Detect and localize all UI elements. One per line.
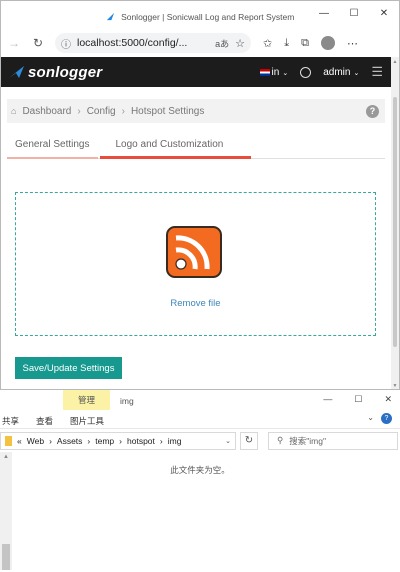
breadcrumb-separator: › bbox=[121, 105, 125, 117]
path-temp[interactable]: temp bbox=[95, 436, 114, 446]
collections-icon[interactable]: ⧉ bbox=[301, 37, 309, 50]
brand-name: sonlogger bbox=[28, 63, 103, 81]
search-placeholder: 搜索"img" bbox=[289, 435, 326, 446]
breadcrumb-dashboard[interactable]: Dashboard bbox=[22, 106, 71, 117]
profile-avatar[interactable] bbox=[320, 36, 335, 50]
chevron-down-icon[interactable]: ⌄ bbox=[367, 413, 374, 422]
help-icon[interactable]: ? bbox=[381, 413, 392, 424]
tab-share[interactable]: 共享 bbox=[2, 415, 19, 427]
path-web[interactable]: Web bbox=[27, 436, 44, 446]
brand-logo[interactable]: sonlogger bbox=[1, 64, 102, 81]
scrollbar-thumb[interactable] bbox=[2, 544, 10, 570]
explorer-search-input[interactable]: ⚲ 搜索"img" bbox=[268, 431, 398, 450]
language-selector[interactable]: in ⌄ bbox=[259, 66, 289, 78]
path-separator: › bbox=[49, 435, 52, 446]
back-icon[interactable]: → bbox=[7, 36, 21, 50]
address-bar[interactable]: ⓘ localhost:5000/config/... aあ ☆ bbox=[55, 33, 251, 53]
favorite-icon[interactable]: ☆ bbox=[235, 37, 245, 50]
tab-logo-customization[interactable]: Logo and Customization bbox=[99, 131, 252, 159]
browser-window: Sonlogger | Sonicwall Log and Report Sys… bbox=[0, 0, 400, 390]
clock-icon[interactable] bbox=[300, 66, 312, 78]
user-name: admin bbox=[323, 66, 351, 78]
path-hotspot[interactable]: hotspot bbox=[127, 436, 155, 446]
path-overflow[interactable]: « bbox=[17, 436, 22, 446]
settings-tabs: General Settings Logo and Customization bbox=[7, 131, 385, 159]
breadcrumb: ⌂ Dashboard › Config › Hotspot Settings … bbox=[7, 99, 385, 123]
menu-icon[interactable]: ☰ bbox=[371, 64, 383, 80]
chevron-down-icon: ⌄ bbox=[353, 69, 360, 77]
rss-feed-icon bbox=[166, 226, 222, 278]
breadcrumb-config[interactable]: Config bbox=[87, 106, 116, 117]
folder-icon bbox=[5, 435, 12, 446]
maximize-icon[interactable]: ☐ bbox=[354, 394, 362, 405]
explorer-window-controls: — ☐ ✕ bbox=[323, 394, 392, 405]
chevron-down-icon: ⌄ bbox=[282, 69, 289, 77]
search-icon: ⚲ bbox=[277, 435, 284, 445]
remove-file-link[interactable]: Remove file bbox=[16, 298, 375, 309]
logo-dropzone[interactable]: Remove file bbox=[15, 192, 376, 336]
file-explorer-window: 管理 img — ☐ ✕ 共享 查看 图片工具 ⌄ ? « Web › Asse… bbox=[0, 390, 400, 572]
user-menu[interactable]: admin ⌄ bbox=[323, 67, 359, 78]
breadcrumb-separator: › bbox=[77, 105, 81, 117]
explorer-content: ▲ 此文件夹为空。 bbox=[0, 452, 400, 570]
window-title-text: Sonlogger | Sonicwall Log and Report Sys… bbox=[121, 12, 295, 22]
scroll-up-icon[interactable]: ▲ bbox=[391, 59, 399, 65]
maximize-icon[interactable]: ☐ bbox=[339, 1, 369, 25]
minimize-icon[interactable]: — bbox=[323, 394, 332, 405]
empty-folder-message: 此文件夹为空。 bbox=[170, 465, 230, 475]
scroll-down-icon[interactable]: ▼ bbox=[391, 383, 399, 389]
title-bar: Sonlogger | Sonicwall Log and Report Sys… bbox=[1, 1, 399, 31]
breadcrumb-hotspot-settings: Hotspot Settings bbox=[130, 105, 205, 117]
scroll-up-icon[interactable]: ▲ bbox=[0, 454, 12, 460]
path-assets[interactable]: Assets bbox=[57, 436, 83, 446]
reload-icon[interactable]: ↻ bbox=[31, 36, 45, 50]
explorer-title-bar: 管理 img — ☐ ✕ bbox=[0, 390, 400, 410]
home-icon: ⌂ bbox=[11, 106, 17, 116]
info-icon[interactable]: ⓘ bbox=[61, 36, 71, 51]
path-img[interactable]: img bbox=[168, 436, 182, 446]
refresh-icon[interactable]: ↻ bbox=[240, 431, 258, 450]
tab-manage[interactable]: 管理 bbox=[63, 390, 110, 410]
tab-view[interactable]: 查看 bbox=[36, 415, 53, 427]
save-update-settings-button[interactable]: Save/Update Settings bbox=[15, 357, 122, 379]
minimize-icon[interactable]: — bbox=[309, 1, 339, 25]
path-separator: › bbox=[119, 435, 123, 446]
explorer-address-row: « Web › Assets › temp › hotspot › img ⌄ … bbox=[0, 428, 400, 452]
page-scrollbar[interactable]: ▲ ▼ bbox=[391, 57, 399, 389]
chevron-down-icon[interactable]: ⌄ bbox=[225, 437, 231, 445]
path-separator: › bbox=[87, 435, 91, 446]
header-right: in ⌄ admin ⌄ ☰ bbox=[259, 64, 393, 80]
favorites-bar-icon[interactable]: ✩ bbox=[263, 37, 272, 50]
close-icon[interactable]: ✕ bbox=[369, 1, 399, 25]
tab-general-settings[interactable]: General Settings bbox=[7, 131, 98, 159]
more-icon[interactable]: ⋯ bbox=[347, 37, 358, 50]
window-controls: — ☐ ✕ bbox=[309, 1, 399, 25]
app-header: sonlogger in ⌄ admin ⌄ ☰ bbox=[1, 57, 393, 87]
brand-mark-icon bbox=[9, 66, 24, 78]
app-logo-icon bbox=[106, 12, 114, 21]
uk-flag-icon bbox=[259, 68, 270, 76]
browser-toolbar: → ↻ ⓘ localhost:5000/config/... aあ ☆ ✩ ⤓… bbox=[1, 31, 399, 55]
help-icon[interactable]: ? bbox=[366, 104, 379, 118]
explorer-ribbon: 共享 查看 图片工具 ⌄ ? bbox=[0, 410, 400, 428]
address-url[interactable]: localhost:5000/config/... bbox=[77, 37, 209, 49]
tab-picture-tools[interactable]: 图片工具 bbox=[70, 415, 104, 427]
read-aloud-icon[interactable]: aあ bbox=[215, 37, 229, 50]
language-label: in bbox=[271, 66, 280, 78]
browser-extension-icons: ✩ ⤓ ⧉ ⋯ bbox=[263, 36, 358, 50]
downloads-icon[interactable]: ⤓ bbox=[284, 37, 289, 50]
path-separator: › bbox=[159, 435, 163, 446]
explorer-path-bar[interactable]: « Web › Assets › temp › hotspot › img ⌄ bbox=[0, 431, 236, 450]
scrollbar-thumb[interactable] bbox=[393, 97, 397, 347]
close-icon[interactable]: ✕ bbox=[384, 394, 392, 405]
explorer-title: img bbox=[120, 396, 134, 406]
